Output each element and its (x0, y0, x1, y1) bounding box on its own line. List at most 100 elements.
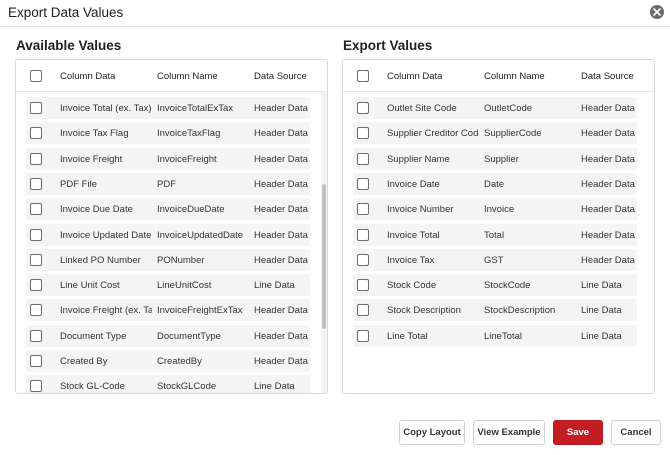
table-row[interactable]: Invoice Updated Date InvoiceUpdatedDate He… (26, 223, 310, 246)
cell-column-data: Invoice Date (387, 178, 440, 190)
cell-data-source: Header Data (254, 153, 308, 165)
table-row[interactable]: Invoice Date Date Header Data (353, 172, 637, 195)
table-row[interactable]: Invoice Due Date InvoiceDueDate Header Dat… (26, 198, 310, 221)
row-checkbox[interactable] (30, 152, 42, 165)
row-checkbox[interactable] (30, 380, 42, 393)
cell-data-source: Line Data (581, 305, 622, 317)
row-checkbox[interactable] (30, 177, 42, 190)
close-icon[interactable] (650, 5, 664, 19)
row-checkbox[interactable] (30, 355, 42, 367)
cell-column-name: StockDescription (484, 305, 556, 317)
table-row[interactable]: Invoice Number Invoice Header Data (353, 198, 637, 221)
table-row[interactable]: Linked PO Number PONumber Header Data (26, 248, 310, 271)
table-row[interactable]: Invoice Tax GST Header Data (353, 248, 637, 271)
view-example-button[interactable]: View Example (473, 420, 545, 445)
row-checkbox[interactable] (30, 253, 42, 266)
copy-layout-button[interactable]: Copy Layout (399, 420, 465, 445)
table-row[interactable]: Invoice Tax Flag InvoiceTaxFlag Header Dat… (26, 122, 310, 145)
cell-column-name: StockGLCode (157, 381, 217, 393)
cell-data-source: Line Data (254, 280, 295, 292)
cell-column-name: InvoiceUpdatedDate (157, 229, 244, 241)
cell-column-data: Supplier Name (387, 153, 450, 165)
table-row[interactable]: Outlet Site Code OutletCode Header Data (353, 97, 637, 119)
cell-data-source: Header Data (581, 178, 635, 190)
cell-column-name: Supplier (484, 153, 519, 165)
header-column-name: Column Name (157, 71, 218, 82)
cell-column-name: GST (484, 254, 504, 266)
cell-column-data: Stock Code (387, 280, 437, 292)
save-button[interactable]: Save (553, 420, 603, 445)
cancel-button[interactable]: Cancel (611, 420, 661, 445)
cell-column-data: Document Type (60, 330, 127, 342)
cell-column-data: Line Total (387, 330, 428, 342)
cell-column-name: SupplierCode (484, 128, 542, 140)
row-checkbox[interactable] (30, 203, 42, 216)
cell-column-data: Invoice Freight (ex. Ta... (60, 305, 152, 317)
cell-column-name: InvoiceTotalExTax (157, 103, 234, 114)
export-values-panel: Column Data Column Name Data Source Outl… (342, 59, 655, 394)
row-checkbox[interactable] (357, 304, 369, 317)
cell-data-source: Header Data (254, 356, 308, 367)
row-checkbox[interactable] (357, 203, 369, 216)
row-checkbox[interactable] (30, 102, 42, 114)
cell-column-data: Invoice Tax Flag (60, 128, 129, 140)
cell-column-name: InvoiceTaxFlag (157, 128, 221, 140)
cell-data-source: Header Data (581, 254, 635, 266)
cell-column-data: Stock GL-Code (60, 381, 125, 393)
cell-column-name: InvoiceFreight (157, 153, 217, 165)
table-row[interactable]: Created By CreatedBy Header Data (26, 350, 310, 372)
cell-data-source: Line Data (581, 330, 622, 342)
cell-column-name: InvoiceDueDate (157, 204, 225, 216)
table-row[interactable]: Supplier Name Supplier Header Data (353, 147, 637, 170)
row-checkbox[interactable] (357, 279, 369, 292)
cell-data-source: Header Data (254, 330, 308, 342)
select-all-export-checkbox[interactable] (357, 70, 369, 82)
table-row[interactable]: Line Unit Cost LineUnitCost Line Data (26, 274, 310, 297)
table-row[interactable]: Invoice Freight InvoiceFreight Header Data (26, 147, 310, 170)
cell-data-source: Line Data (581, 280, 622, 292)
cell-column-name: StockCode (484, 280, 531, 292)
row-checkbox[interactable] (357, 329, 369, 342)
cell-column-data: Invoice Tax (387, 254, 435, 266)
header-column-data: Column Data (60, 71, 116, 82)
table-row[interactable]: Invoice Freight (ex. Ta... InvoiceFreight… (26, 299, 310, 322)
cell-column-data: Created By (60, 356, 108, 367)
cell-column-name: PDF (157, 178, 176, 190)
row-checkbox[interactable] (30, 329, 42, 342)
row-checkbox[interactable] (30, 304, 42, 317)
cell-data-source: Header Data (581, 103, 635, 114)
table-row[interactable]: Document Type DocumentType Header Data (26, 324, 310, 347)
table-row[interactable]: Stock Description StockDescription Line Da… (353, 299, 637, 322)
header-column-name: Column Name (484, 71, 545, 82)
table-row[interactable]: Invoice Total Total Header Data (353, 223, 637, 246)
available-scrollbar[interactable] (321, 92, 327, 393)
table-row[interactable]: PDF File PDF Header Data (26, 172, 310, 195)
table-row[interactable]: Line Total LineTotal Line Data (353, 324, 637, 347)
cell-column-data: Stock Description (387, 305, 461, 317)
row-checkbox[interactable] (357, 152, 369, 165)
row-checkbox[interactable] (357, 253, 369, 266)
cell-data-source: Header Data (581, 128, 635, 140)
row-checkbox[interactable] (357, 102, 369, 114)
cell-column-data: Invoice Updated Date (60, 229, 152, 241)
header-data-source: Data Source (581, 71, 634, 82)
select-all-available-checkbox[interactable] (30, 70, 42, 82)
table-row[interactable]: Invoice Total (ex. Tax) InvoiceTotalExTax… (26, 97, 310, 119)
cell-data-source: Header Data (254, 254, 308, 266)
header-data-source: Data Source (254, 71, 307, 82)
row-checkbox[interactable] (357, 127, 369, 140)
table-row[interactable]: Stock Code StockCode Line Data (353, 274, 637, 297)
row-checkbox[interactable] (30, 228, 42, 241)
cell-data-source: Header Data (254, 229, 308, 241)
available-scroll-thumb[interactable] (322, 184, 326, 329)
cell-data-source: Header Data (254, 103, 308, 114)
table-row[interactable]: Stock GL-Code StockGLCode Line Data (26, 375, 310, 393)
row-checkbox[interactable] (30, 127, 42, 140)
row-checkbox[interactable] (30, 279, 42, 292)
row-checkbox[interactable] (357, 228, 369, 241)
cell-column-name: LineTotal (484, 330, 523, 342)
available-values-panel: Column Data Column Name Data Source Invo… (15, 59, 328, 394)
row-checkbox[interactable] (357, 177, 369, 190)
export-values-title: Export Values (343, 38, 433, 53)
table-row[interactable]: Supplier Creditor Code SupplierCode Header… (353, 122, 637, 145)
